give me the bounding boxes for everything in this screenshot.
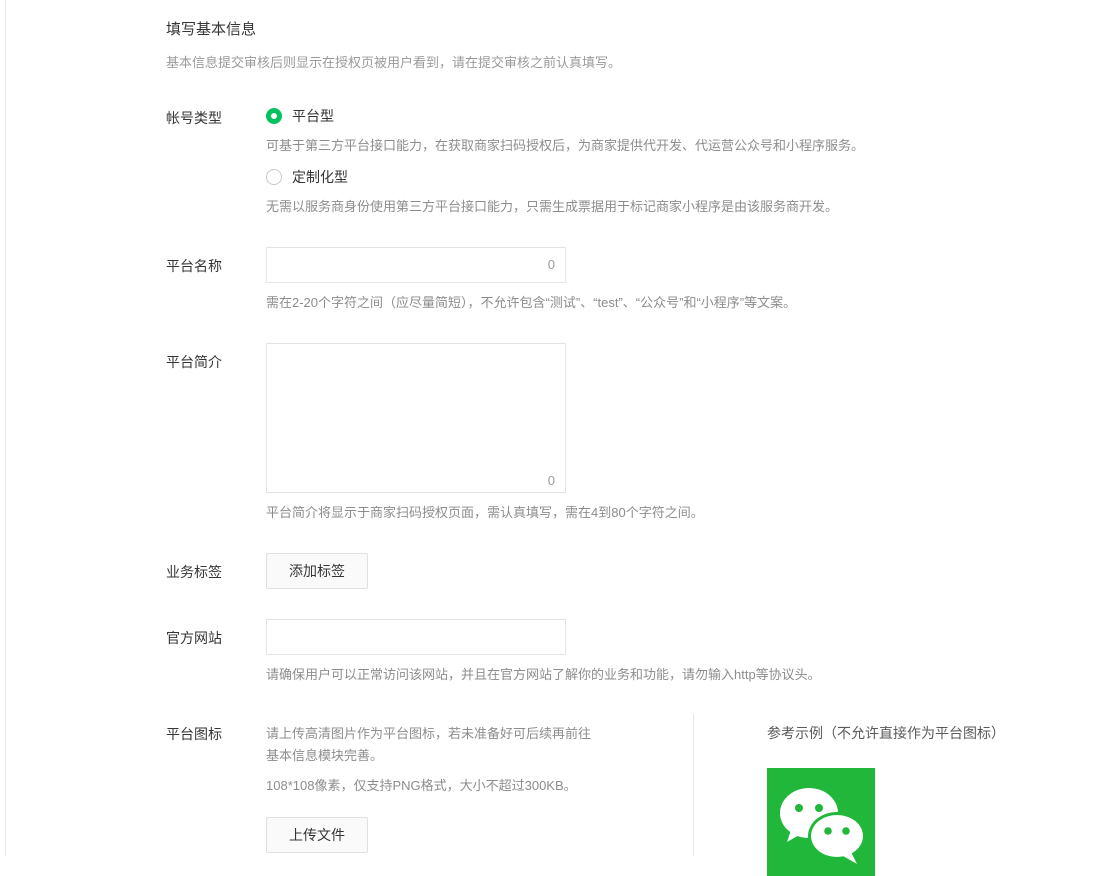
platform-icon-tip-line1: 请上传高清图片作为平台图标，若未准备好可后续再前往 xyxy=(266,726,592,741)
divider xyxy=(693,714,694,856)
add-tag-button[interactable]: 添加标签 xyxy=(266,553,368,589)
radio-platform-type-label[interactable]: 平台型 xyxy=(292,106,334,126)
account-type-label: 帐号类型 xyxy=(166,110,222,126)
upload-file-button[interactable]: 上传文件 xyxy=(266,817,368,853)
platform-icon-label: 平台图标 xyxy=(166,726,222,742)
platform-name-label: 平台名称 xyxy=(166,258,222,274)
platform-name-input[interactable]: 0 xyxy=(266,247,566,283)
platform-type-tip: 可基于第三方平台接口能力，在获取商家扫码授权后，为商家提供代开发、代运营公众号和… xyxy=(266,138,865,153)
left-border xyxy=(5,0,6,856)
platform-icon-spec: 108*108像素，仅支持PNG格式，大小不超过300KB。 xyxy=(266,778,577,793)
official-site-label: 官方网站 xyxy=(166,630,222,646)
platform-name-counter: 0 xyxy=(547,257,555,272)
section-description: 基本信息提交审核后则显示在授权页被用户看到，请在提交审核之前认真填写。 xyxy=(166,55,622,70)
platform-name-tip: 需在2-20个字符之间（应尽量简短），不允许包含“测试”、“test”、“公众号… xyxy=(266,295,797,310)
platform-intro-counter: 0 xyxy=(547,473,555,488)
example-label: 参考示例（不允许直接作为平台图标） xyxy=(767,725,1005,741)
official-site-tip: 请确保用户可以正常访问该网站，并且在官方网站了解你的业务和功能，请勿输入http… xyxy=(266,667,821,682)
business-tags-label: 业务标签 xyxy=(166,564,222,580)
custom-type-tip: 无需以服务商身份使用第三方平台接口能力，只需生成票据用于标记商家小程序是由该服务… xyxy=(266,199,839,214)
radio-custom-type[interactable] xyxy=(266,169,282,185)
platform-intro-label: 平台简介 xyxy=(166,354,222,370)
platform-intro-tip: 平台简介将显示于商家扫码授权页面，需认真填写，需在4到80个字符之间。 xyxy=(266,505,704,520)
section-title: 填写基本信息 xyxy=(166,21,257,38)
official-site-input[interactable] xyxy=(266,619,566,655)
platform-icon-tip-line2: 基本信息模块完善。 xyxy=(266,748,384,763)
platform-intro-textarea[interactable]: 0 xyxy=(266,343,566,493)
radio-platform-type[interactable] xyxy=(266,108,282,124)
wechat-logo-icon xyxy=(767,768,875,876)
radio-custom-type-label[interactable]: 定制化型 xyxy=(292,167,348,187)
